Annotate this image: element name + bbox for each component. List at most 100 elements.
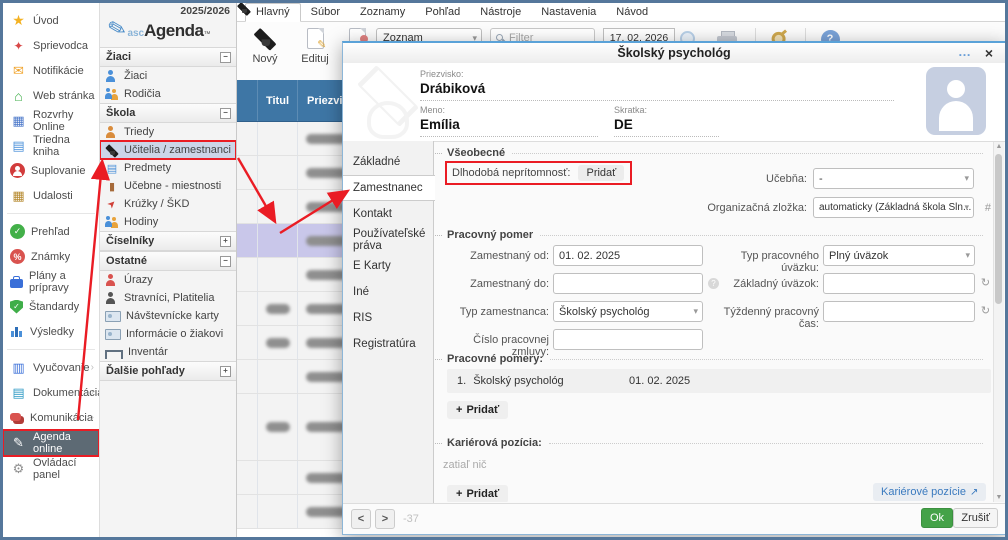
tree-item-stravnici-platitelia[interactable]: Stravníci, Platitelia: [100, 289, 236, 307]
prev-record-button[interactable]: <: [351, 509, 371, 529]
scroll-down-icon[interactable]: ▼: [994, 494, 1004, 501]
tree-item-hodiny[interactable]: Hodiny: [100, 213, 236, 231]
weekly-time-label: Týždenný pracovný čas:: [705, 306, 819, 330]
tree-item-urazy[interactable]: Úrazy: [100, 271, 236, 289]
tab-kontakt[interactable]: Kontakt: [343, 201, 433, 227]
collapse-icon[interactable]: −: [220, 256, 231, 267]
tree-item-triedy[interactable]: Triedy: [100, 123, 236, 141]
cancel-button[interactable]: Zrušiť: [953, 508, 998, 528]
room-select[interactable]: -▾: [813, 168, 974, 189]
menu-item-subor[interactable]: Súbor: [301, 4, 350, 21]
nav-item-notifikacie[interactable]: Notifikácie: [3, 58, 99, 83]
employment-entry-row[interactable]: 1. Školský psychológ 01. 02. 2025: [447, 369, 991, 393]
tree-item-navstevnicke-karty[interactable]: Návštevnícke karty: [100, 307, 236, 325]
dialog-scrollbar[interactable]: ▲ ▼: [993, 142, 1004, 502]
nav-item-suplovanie[interactable]: Suplovanie: [3, 158, 99, 183]
nav-item-rozvrhy-online[interactable]: Rozvrhy Online: [3, 108, 99, 133]
tree-group-ciselniky[interactable]: Číselníky+: [100, 231, 236, 251]
refresh-icon[interactable]: ↻: [980, 305, 991, 316]
tree-group-label: Ďalšie pohľady: [106, 365, 185, 377]
weekly-time-input[interactable]: [823, 301, 975, 322]
new-button[interactable]: Nový: [243, 26, 287, 65]
nav-item-dokumentacia[interactable]: Dokumentácia: [3, 380, 99, 405]
load-type-select[interactable]: Plný úväzok▾: [823, 245, 975, 266]
tree-group-ziaci[interactable]: Žiaci−: [100, 47, 236, 67]
nav-item-komunikacia[interactable]: Komunikácia: [3, 405, 99, 430]
scroll-up-icon[interactable]: ▲: [994, 143, 1004, 150]
nav-item-agenda-online[interactable]: Agenda online: [3, 430, 99, 456]
collapse-icon[interactable]: −: [220, 52, 231, 63]
tree-item-ucitelia-zamestnanci[interactable]: Učitelia / zamestnanci: [100, 141, 236, 159]
tree-item-informacie-o-ziakovi[interactable]: Informácie o žiakovi: [100, 325, 236, 343]
teaching-books-icon: [10, 360, 27, 376]
more-options-icon[interactable]: …: [958, 44, 971, 59]
close-icon[interactable]: ×: [985, 45, 993, 61]
tab-registratura[interactable]: Registratúra: [343, 331, 433, 357]
nav-item-prehlad[interactable]: Prehľad: [3, 219, 99, 244]
refresh-icon[interactable]: ↻: [980, 277, 991, 288]
nav-item-udalosti[interactable]: Udalosti: [3, 183, 99, 208]
org-unit-select[interactable]: automaticky (Základná škola Sln...▾: [813, 197, 974, 218]
nav-item-ovladaci-panel[interactable]: Ovládací panel: [3, 456, 99, 481]
tab-e-karty[interactable]: E Karty: [343, 253, 433, 279]
nav-sidebar: ÚvodSprievodcaNotifikácieWeb stránkaRozv…: [3, 3, 100, 537]
menu-item-nastroje[interactable]: Nástroje: [470, 4, 531, 21]
nav-item-vysledky[interactable]: Výsledky: [3, 319, 99, 344]
ok-button[interactable]: Ok: [921, 508, 953, 528]
menu-item-navod[interactable]: Návod: [606, 4, 658, 21]
base-load-input[interactable]: [823, 273, 975, 294]
employed-to-input[interactable]: [553, 273, 703, 294]
add-career-button[interactable]: +Pridať: [447, 485, 508, 502]
tree-item-inventar[interactable]: Inventár: [100, 343, 236, 361]
tab-zamestnanec[interactable]: Zamestnanec: [343, 175, 435, 201]
nav-item-triedna-kniha[interactable]: Triedna kniha: [3, 133, 99, 158]
tree-item-predmety[interactable]: Predmety: [100, 159, 236, 177]
tab-zakladne[interactable]: Základné: [343, 149, 433, 175]
menu-item-pohlad[interactable]: Pohľad: [415, 4, 470, 21]
asc-pencil-icon: [10, 435, 27, 451]
nav-item-plany-a-pripravy[interactable]: Plány a prípravy: [3, 269, 99, 294]
collapse-icon[interactable]: −: [220, 108, 231, 119]
menu-item-hlavny[interactable]: Hlavný: [245, 3, 301, 22]
chevron-down-icon: ▾: [964, 202, 969, 213]
avatar[interactable]: [926, 67, 986, 135]
nav-item-vyucovanie[interactable]: Vyučovanie: [3, 355, 99, 380]
titul-cell: [258, 156, 298, 189]
expand-icon[interactable]: +: [220, 236, 231, 247]
tab-ine[interactable]: Iné: [343, 279, 433, 305]
nav-item-standardy[interactable]: Štandardy: [3, 294, 99, 319]
surname-field[interactable]: Priezvisko: Drábiková: [420, 69, 894, 101]
employee-type-select[interactable]: Školský psychológ▾: [553, 301, 703, 322]
table-header-titul[interactable]: Titul: [258, 80, 298, 121]
add-employment-button[interactable]: +Pridať: [447, 401, 508, 419]
control-panel-gear-icon: [10, 461, 27, 477]
nav-item-label: Vyučovanie: [33, 362, 89, 374]
titul-cell: [258, 190, 298, 223]
contract-no-input[interactable]: [553, 329, 703, 350]
nav-item-znamky[interactable]: Známky: [3, 244, 99, 269]
tree-item-rodicia[interactable]: Rodičia: [100, 85, 236, 103]
tree-item-ziaci[interactable]: Žiaci: [100, 67, 236, 85]
employed-from-input[interactable]: 01. 02. 2025: [553, 245, 703, 266]
tree-group-dalsie-pohlady[interactable]: Ďalšie pohľady +: [100, 361, 236, 381]
edit-button[interactable]: Edituj: [293, 26, 337, 65]
tab-pouzivatelske-prava[interactable]: Používateľské práva: [343, 227, 433, 253]
nav-item-web-stranka[interactable]: Web stránka: [3, 83, 99, 108]
scrollbar-thumb[interactable]: [995, 154, 1002, 304]
menu-item-nastavenia[interactable]: Nastavenia: [531, 4, 606, 21]
tree-group-skola[interactable]: Škola−: [100, 103, 236, 123]
tree-item-kruzky-skd[interactable]: Krúžky / ŠKD: [100, 195, 236, 213]
abbreviation-field[interactable]: Skratka: DE: [614, 105, 719, 137]
next-record-button[interactable]: >: [375, 509, 395, 529]
career-positions-link[interactable]: Kariérové pozície ↗: [873, 483, 986, 501]
nav-item-uvod[interactable]: Úvod: [3, 8, 99, 33]
menu-item-zoznamy[interactable]: Zoznamy: [350, 4, 415, 21]
tree-group-ostatne[interactable]: Ostatné−: [100, 251, 236, 271]
org-unit-hash-icon[interactable]: #: [979, 202, 991, 214]
titul-cell: [258, 292, 298, 325]
expand-icon[interactable]: +: [220, 366, 231, 377]
tree-item-ucebne-miestnosti[interactable]: Učebne - miestnosti: [100, 177, 236, 195]
firstname-field[interactable]: Meno: Emília: [420, 105, 598, 137]
nav-item-sprievodca[interactable]: Sprievodca: [3, 33, 99, 58]
tab-ris[interactable]: RIS: [343, 305, 433, 331]
